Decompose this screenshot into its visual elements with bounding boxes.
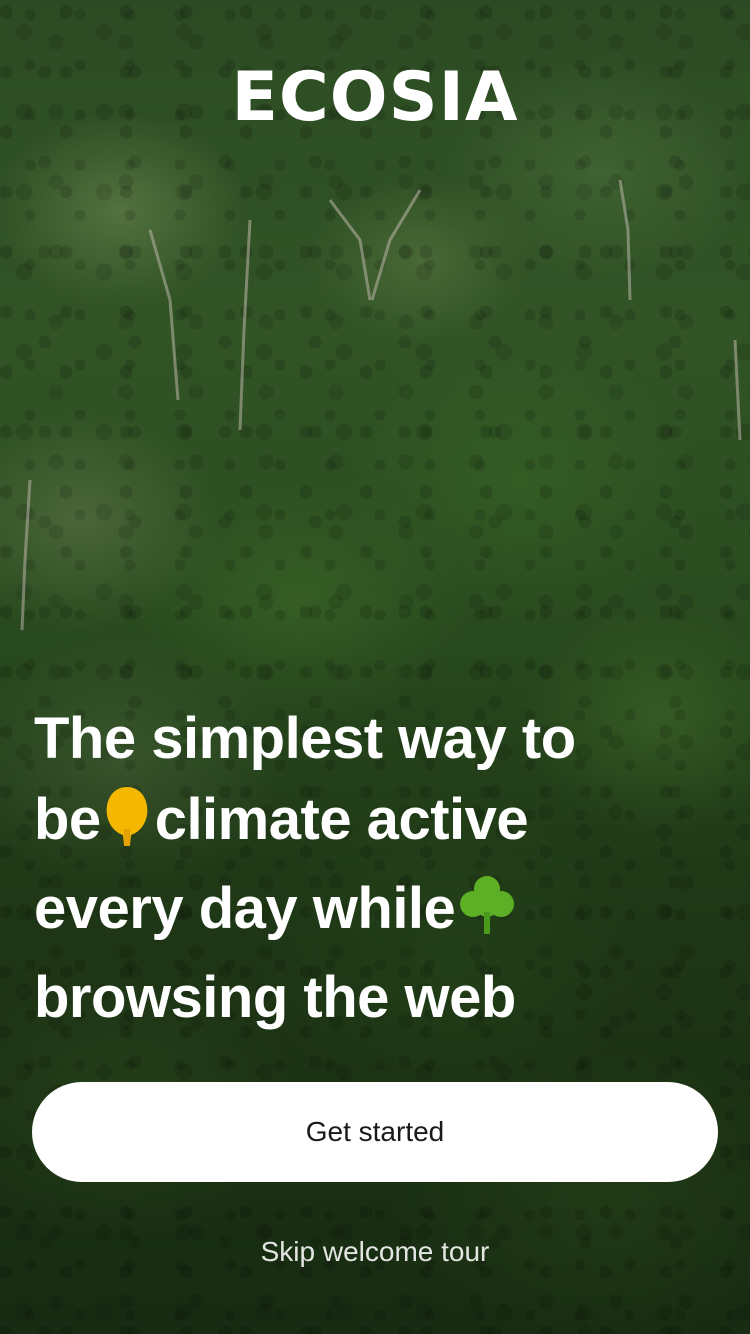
get-started-label: Get started xyxy=(305,1116,445,1147)
headline: The simplest way to be climate active eve… xyxy=(34,698,724,1038)
headline-line-1: The simplest way to xyxy=(34,706,576,771)
ecosia-logo: ECOSIA xyxy=(231,58,519,137)
headline-line-3: every day while xyxy=(34,868,724,957)
headline-line-2: be climate active xyxy=(34,779,724,868)
headline-line-2-end: climate active xyxy=(154,787,529,852)
headline-line-4: browsing the web xyxy=(34,965,516,1030)
get-started-button[interactable]: Get started xyxy=(32,1082,718,1182)
yellow-tree-icon xyxy=(103,785,151,868)
headline-line-3-text: every day while xyxy=(34,876,456,941)
green-tree-icon xyxy=(457,874,517,957)
skip-welcome-tour-link[interactable]: Skip welcome tour xyxy=(0,1232,750,1272)
headline-line-2-start: be xyxy=(34,787,101,852)
